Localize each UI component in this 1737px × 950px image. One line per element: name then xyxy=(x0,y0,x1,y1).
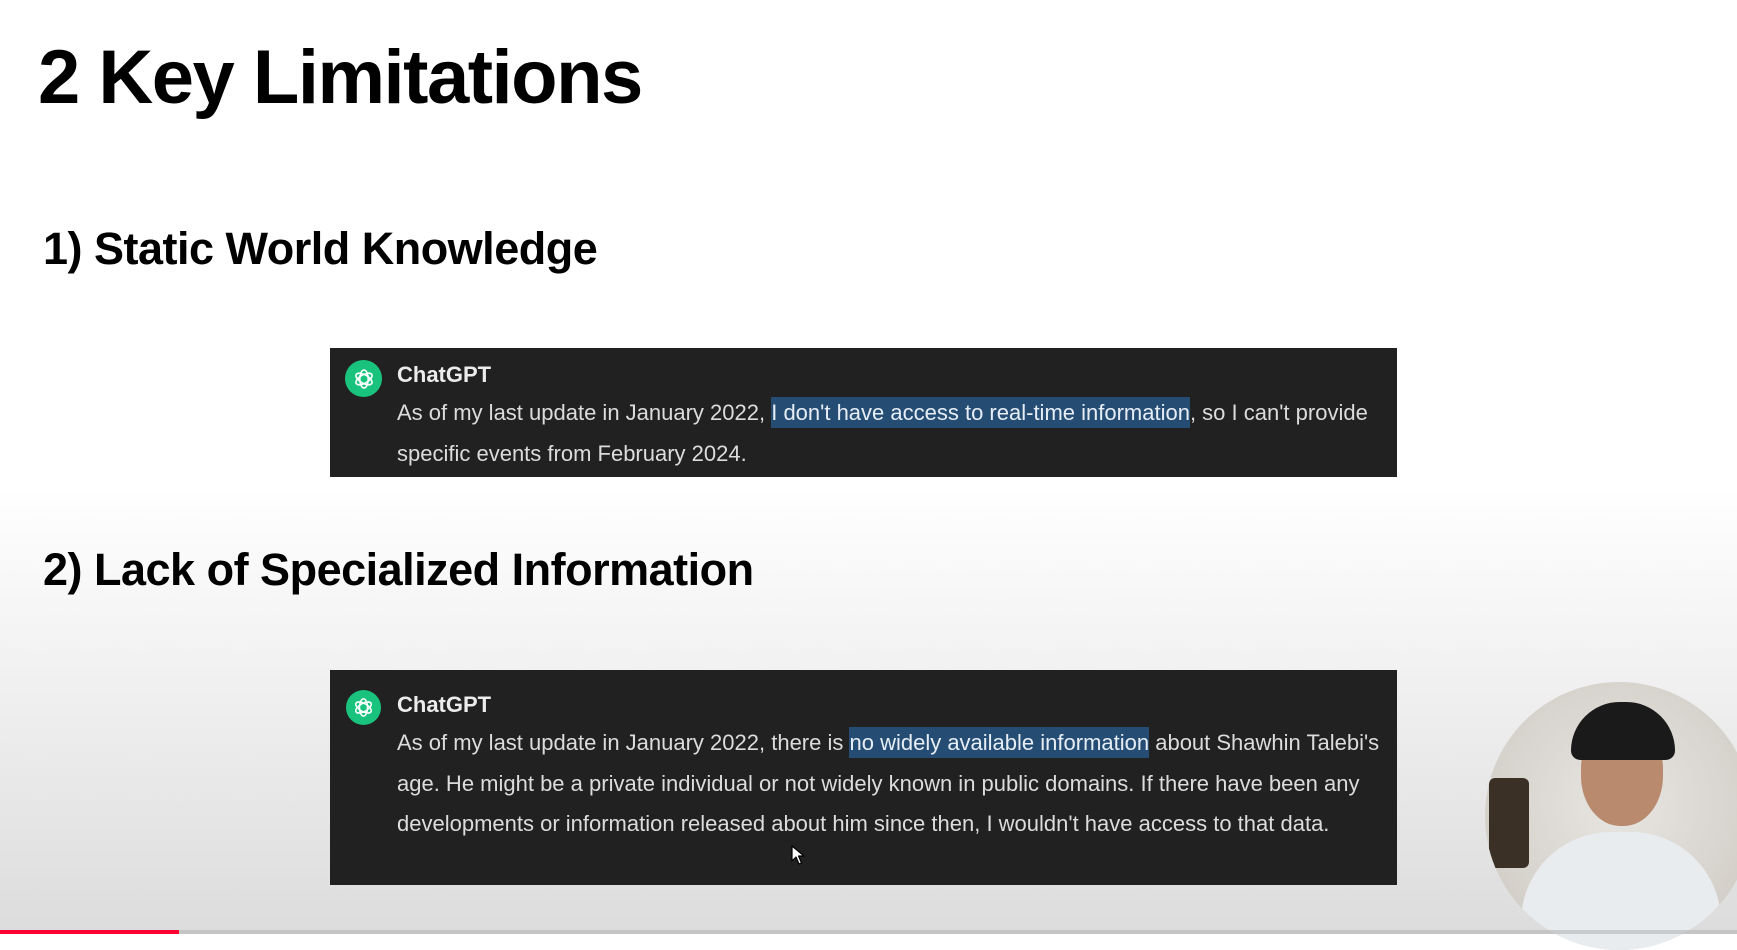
section-heading-lack-of-specialized-information: 2) Lack of Specialized Information xyxy=(43,544,754,595)
video-progress-bar[interactable] xyxy=(0,930,1737,934)
chat-author-name: ChatGPT xyxy=(397,362,492,387)
chatgpt-response-card-2: ChatGPT As of my last update in January … xyxy=(330,670,1397,885)
chatgpt-response-card-1: ChatGPT As of my last update in January … xyxy=(330,348,1397,477)
openai-logo-icon xyxy=(345,360,382,397)
highlighted-text: I don't have access to real-time informa… xyxy=(771,397,1190,428)
chat-message-text: As of my last update in January 2022, I … xyxy=(397,393,1383,474)
slide-title: 2 Key Limitations xyxy=(38,35,643,120)
chat-text-before: As of my last update in January 2022, th… xyxy=(397,730,850,755)
section-heading-static-world-knowledge: 1) Static World Knowledge xyxy=(43,223,598,274)
chat-text-before: As of my last update in January 2022, xyxy=(397,400,772,425)
mouse-cursor-icon xyxy=(791,845,805,865)
presenter-webcam xyxy=(1485,682,1737,950)
openai-logo-icon xyxy=(346,690,381,725)
presenter-cap xyxy=(1571,702,1675,760)
drum-background xyxy=(1489,778,1529,868)
highlighted-text: no widely available information xyxy=(849,727,1150,758)
video-progress-fill xyxy=(0,930,179,934)
chat-author-name: ChatGPT xyxy=(397,692,492,717)
chat-message-text: As of my last update in January 2022, th… xyxy=(397,723,1383,845)
